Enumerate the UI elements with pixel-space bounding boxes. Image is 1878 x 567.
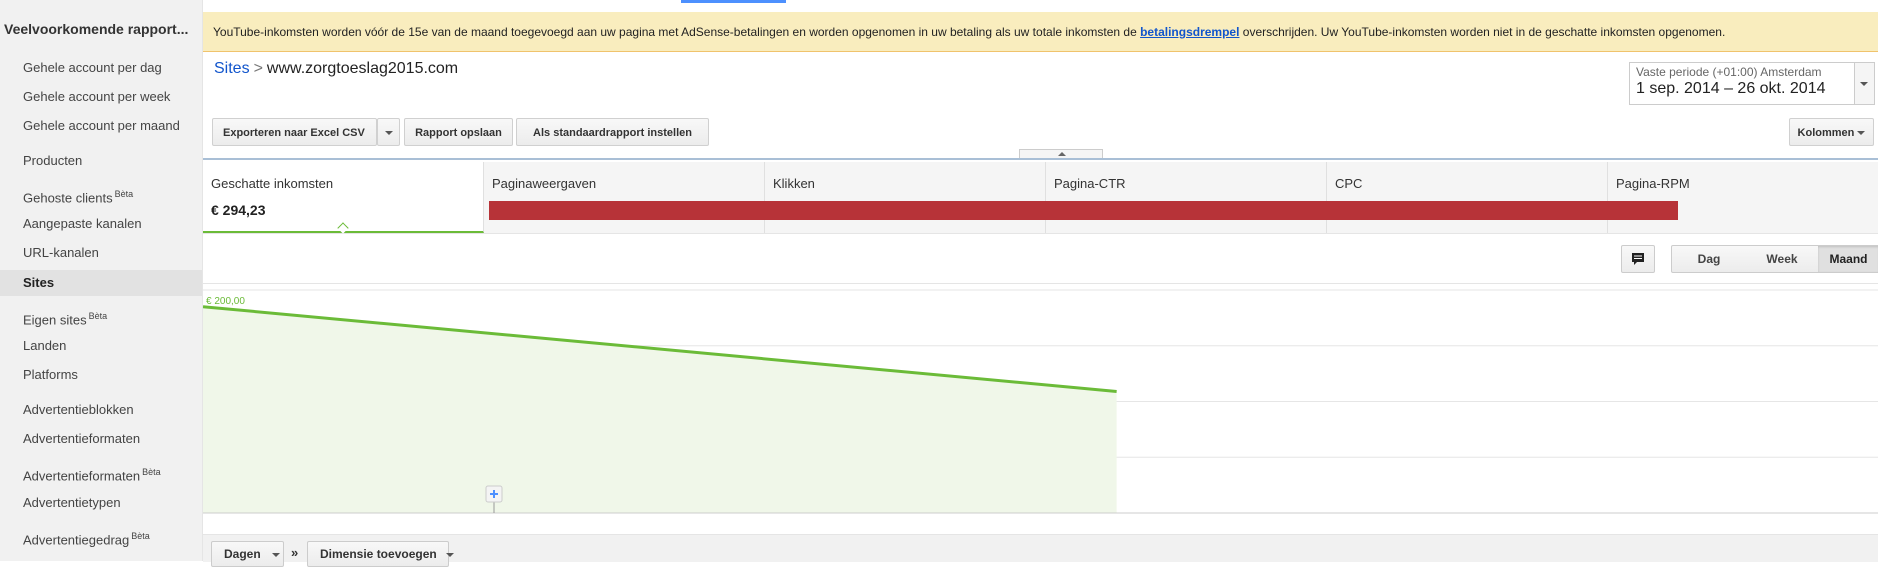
- sidebar-item-ad-formats[interactable]: Advertentieformaten: [0, 427, 202, 451]
- dimension-arrow: »: [291, 545, 299, 560]
- metric-title: Paginaweergaven: [492, 176, 597, 191]
- save-report-button[interactable]: Rapport opslaan: [404, 118, 513, 146]
- breadcrumb-sites-link[interactable]: Sites: [214, 60, 250, 77]
- metric-title: CPC: [1335, 176, 1363, 191]
- sidebar-item-custom-channels[interactable]: Aangepaste kanalen: [0, 212, 202, 236]
- metric-page-rpm[interactable]: Pagina-RPM: [1608, 162, 1878, 233]
- error-bar: [489, 201, 1678, 220]
- youtube-notice-banner: YouTube-inkomsten worden vóór de 15e van…: [203, 12, 1878, 52]
- y-tick-label: € 200,00: [206, 296, 245, 307]
- notice-text: YouTube-inkomsten worden vóór de 15e van…: [213, 25, 1141, 39]
- metric-clicks[interactable]: Klikken: [765, 162, 1046, 233]
- date-range-value: 1 sep. 2014 – 26 okt. 2014: [1636, 80, 1826, 97]
- series-area: [203, 306, 1117, 513]
- sidebar-item-account-per-month[interactable]: Gehele account per maand: [0, 114, 202, 138]
- metric-page-ctr[interactable]: Pagina-CTR: [1046, 162, 1327, 233]
- granularity-week-button[interactable]: Week: [1746, 245, 1819, 273]
- chevron-down-icon: [384, 131, 393, 136]
- sidebar: Veelvoorkomende rapport... Gehele accoun…: [0, 0, 203, 561]
- metric-title: Geschatte inkomsten: [211, 176, 334, 191]
- chevron-down-icon: [1857, 131, 1866, 136]
- metric-cpc[interactable]: CPC: [1327, 162, 1608, 233]
- annotations-button[interactable]: [1621, 245, 1655, 273]
- metric-value: € 294,23: [211, 202, 266, 218]
- metric-title: Pagina-CTR: [1054, 176, 1126, 191]
- notice-text-end: overschrijden. Uw YouTube-inkomsten word…: [1239, 25, 1726, 39]
- chevron-down-icon: [1860, 82, 1868, 86]
- chevron-down-icon: [272, 552, 281, 557]
- comment-icon: [1632, 253, 1644, 265]
- metric-title: Pagina-RPM: [1616, 176, 1690, 191]
- metric-title: Klikken: [773, 176, 815, 191]
- sidebar-title: Veelvoorkomende rapport...: [4, 21, 189, 37]
- metrics-bar: Geschatte inkomsten € 294,23 Paginaweerg…: [203, 162, 1878, 234]
- granularity-day-button[interactable]: Dag: [1671, 245, 1747, 273]
- date-range-dropdown[interactable]: [1855, 62, 1875, 105]
- set-default-report-button[interactable]: Als standaardrapport instellen: [516, 118, 709, 146]
- sidebar-item-ad-behavior[interactable]: Advertentiegedrag Bèta: [0, 524, 202, 548]
- payment-threshold-link[interactable]: betalingsdrempel: [1140, 25, 1239, 39]
- sidebar-item-account-per-day[interactable]: Gehele account per dag: [0, 56, 202, 80]
- beta-badge: Bèta: [88, 311, 108, 321]
- sidebar-item-products[interactable]: Producten: [0, 149, 202, 173]
- granularity-month-button[interactable]: Maand: [1818, 245, 1878, 273]
- date-range-picker[interactable]: Vaste periode (+01:00) Amsterdam 1 sep. …: [1629, 62, 1855, 105]
- export-csv-button[interactable]: Exporteren naar Excel CSV: [212, 118, 377, 146]
- metric-pageviews[interactable]: Paginaweergaven: [484, 162, 765, 233]
- sidebar-item-own-sites[interactable]: Eigen sites Bèta: [0, 304, 202, 328]
- footer-toolbar: Dagen » Dimensie toevoegen: [203, 534, 1878, 567]
- sidebar-item-platforms[interactable]: Platforms: [0, 363, 202, 387]
- breadcrumb-current: www.zorgtoeslag2015.com: [266, 60, 459, 77]
- export-dropdown-button[interactable]: [377, 118, 400, 146]
- beta-badge: Bèta: [142, 467, 161, 477]
- sidebar-item-url-channels[interactable]: URL-kanalen: [0, 241, 202, 265]
- metric-estimated-earnings[interactable]: Geschatte inkomsten € 294,23: [203, 162, 484, 234]
- sidebar-item-countries[interactable]: Landen: [0, 334, 202, 358]
- breadcrumb-separator: >: [253, 60, 263, 77]
- beta-badge: Bèta: [131, 531, 150, 541]
- dimension-days-button[interactable]: Dagen: [211, 541, 284, 567]
- chart-toolbar: Dag Week Maand: [203, 233, 1878, 284]
- sidebar-item-sites[interactable]: Sites: [0, 270, 202, 296]
- sidebar-item-ad-formats-beta[interactable]: Advertentieformaten Bèta: [0, 460, 202, 484]
- main-content: YouTube-inkomsten worden vóór de 15e van…: [203, 0, 1878, 567]
- sidebar-item-ad-types[interactable]: Advertentietypen: [0, 491, 202, 515]
- add-dimension-button[interactable]: Dimensie toevoegen: [307, 541, 455, 567]
- sidebar-item-hosted-clients[interactable]: Gehoste clients Bèta: [0, 182, 202, 206]
- earnings-chart: € 50,00€ 100,00€ 150,00€ 200,008 septemb…: [203, 289, 1878, 514]
- columns-button[interactable]: Kolommen: [1789, 118, 1874, 146]
- chevron-up-icon: [1058, 152, 1066, 156]
- divider: [203, 158, 1878, 160]
- selected-indicator: [337, 222, 349, 234]
- sidebar-item-account-per-week[interactable]: Gehele account per week: [0, 85, 202, 109]
- breadcrumb: Sites > www.zorgtoeslag2015.com: [214, 60, 458, 78]
- chevron-down-icon: [446, 552, 455, 557]
- sidebar-item-ad-units[interactable]: Advertentieblokken: [0, 398, 202, 422]
- date-range-label: Vaste periode (+01:00) Amsterdam: [1636, 65, 1822, 79]
- beta-badge: Bèta: [114, 189, 134, 199]
